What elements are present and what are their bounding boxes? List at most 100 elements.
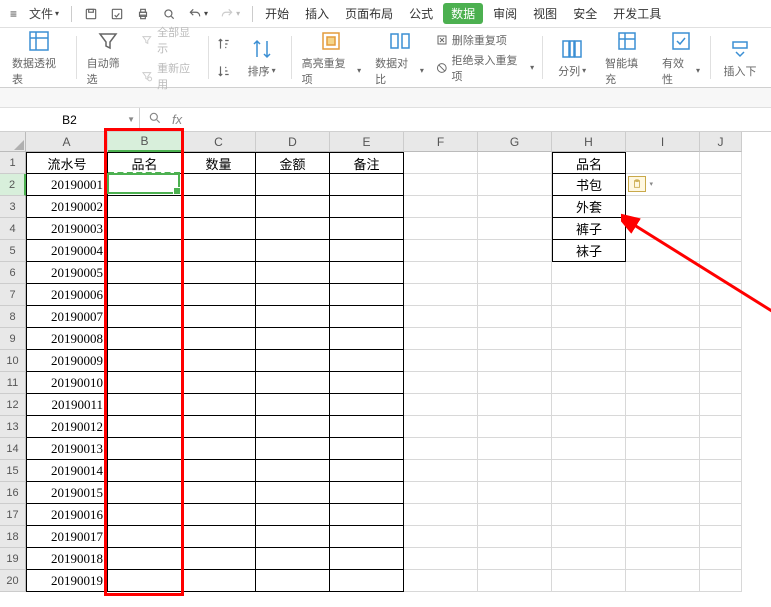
cell-D19[interactable] [256,548,330,570]
cell-E20[interactable] [330,570,404,592]
paste-options-button[interactable]: ▾ [628,176,646,192]
cell-B8[interactable] [108,306,182,328]
sort-asc-icon[interactable] [213,36,235,52]
fx-search-icon[interactable] [148,111,162,128]
cell-J15[interactable] [700,460,742,482]
cell-F18[interactable] [404,526,478,548]
cell-C2[interactable] [182,174,256,196]
cell-J2[interactable] [700,174,742,196]
cell-A20[interactable]: 20190019 [26,570,108,592]
print-preview-icon[interactable] [156,5,182,23]
cell-A11[interactable]: 20190010 [26,372,108,394]
fx-label[interactable]: fx [172,112,182,127]
tab-视图[interactable]: 视图 [527,3,563,24]
col-header-H[interactable]: H [552,132,626,152]
cell-J9[interactable] [700,328,742,350]
cell-D9[interactable] [256,328,330,350]
col-header-B[interactable]: B [108,132,182,152]
cell-I12[interactable] [626,394,700,416]
row-header-3[interactable]: 3 [0,196,26,218]
cell-A1[interactable]: 流水号 [26,152,108,174]
cell-G15[interactable] [478,460,552,482]
cell-F6[interactable] [404,262,478,284]
cell-G14[interactable] [478,438,552,460]
cell-J10[interactable] [700,350,742,372]
select-all-corner[interactable] [0,132,26,152]
reject-dup-button[interactable]: 拒绝录入重复项▾ [432,51,538,85]
row-header-8[interactable]: 8 [0,306,26,328]
cell-H3[interactable]: 外套 [552,196,626,218]
cell-H2[interactable]: 书包 [552,174,626,196]
cell-D15[interactable] [256,460,330,482]
cell-F4[interactable] [404,218,478,240]
cell-B16[interactable] [108,482,182,504]
cell-E8[interactable] [330,306,404,328]
cell-G8[interactable] [478,306,552,328]
cell-C8[interactable] [182,306,256,328]
cell-D13[interactable] [256,416,330,438]
tab-安全[interactable]: 安全 [567,3,603,24]
cell-F7[interactable] [404,284,478,306]
cell-B19[interactable] [108,548,182,570]
cell-I17[interactable] [626,504,700,526]
cells-area[interactable]: 流水号品名数量金额备注品名20190001书包20190002外套2019000… [26,152,742,592]
cell-A10[interactable]: 20190009 [26,350,108,372]
cell-D10[interactable] [256,350,330,372]
cell-E16[interactable] [330,482,404,504]
row-header-14[interactable]: 14 [0,438,26,460]
autofilter-button[interactable]: 自动筛选 [81,32,136,83]
cell-G2[interactable] [478,174,552,196]
row-header-7[interactable]: 7 [0,284,26,306]
cell-C12[interactable] [182,394,256,416]
cell-E18[interactable] [330,526,404,548]
cell-I15[interactable] [626,460,700,482]
cell-B11[interactable] [108,372,182,394]
cell-I9[interactable] [626,328,700,350]
cell-A6[interactable]: 20190005 [26,262,108,284]
cell-D8[interactable] [256,306,330,328]
cell-A5[interactable]: 20190004 [26,240,108,262]
sort-desc-icon[interactable] [213,63,235,79]
cell-C10[interactable] [182,350,256,372]
cell-A14[interactable]: 20190013 [26,438,108,460]
cell-F9[interactable] [404,328,478,350]
cell-H20[interactable] [552,570,626,592]
file-menu[interactable]: 文件 ▾ [23,3,65,24]
cell-A2[interactable]: 20190001 [26,174,108,196]
cell-I6[interactable] [626,262,700,284]
cell-I4[interactable] [626,218,700,240]
cell-F10[interactable] [404,350,478,372]
cell-D7[interactable] [256,284,330,306]
cell-A12[interactable]: 20190011 [26,394,108,416]
cell-F19[interactable] [404,548,478,570]
cell-I11[interactable] [626,372,700,394]
cell-G16[interactable] [478,482,552,504]
col-header-A[interactable]: A [26,132,108,152]
cell-B13[interactable] [108,416,182,438]
cell-H15[interactable] [552,460,626,482]
cell-B12[interactable] [108,394,182,416]
validity-button[interactable]: 有效性▾ [656,32,706,83]
show-all-button[interactable]: 全部显示 [137,23,203,57]
cell-D2[interactable] [256,174,330,196]
cell-H13[interactable] [552,416,626,438]
row-header-6[interactable]: 6 [0,262,26,284]
cell-D20[interactable] [256,570,330,592]
cell-I8[interactable] [626,306,700,328]
cell-D6[interactable] [256,262,330,284]
cell-J6[interactable] [700,262,742,284]
cell-H14[interactable] [552,438,626,460]
cell-C7[interactable] [182,284,256,306]
cell-E17[interactable] [330,504,404,526]
cell-B2[interactable] [108,174,182,196]
cell-H6[interactable] [552,262,626,284]
cell-B1[interactable]: 品名 [108,152,182,174]
row-header-9[interactable]: 9 [0,328,26,350]
tab-页面布局[interactable]: 页面布局 [339,3,399,24]
cell-J17[interactable] [700,504,742,526]
cell-J3[interactable] [700,196,742,218]
tab-公式[interactable]: 公式 [403,3,439,24]
cell-H12[interactable] [552,394,626,416]
cell-I19[interactable] [626,548,700,570]
redo-icon[interactable]: ▾ [214,5,246,23]
